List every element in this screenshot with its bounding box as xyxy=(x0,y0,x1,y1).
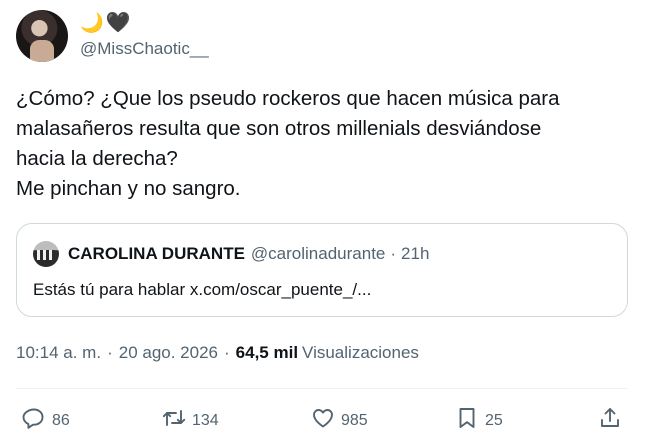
tweet-line: ¿Cómo? ¿Que los pseudo rockeros que hace… xyxy=(16,87,560,110)
quote-author-handle: @carolinadurante xyxy=(250,244,386,263)
retweet-count: 134 xyxy=(192,411,219,429)
share-button[interactable] xyxy=(598,406,622,435)
divider xyxy=(16,388,628,389)
black-heart-emoji: 🖤 xyxy=(105,12,131,34)
reply-icon xyxy=(22,406,46,435)
display-name[interactable]: 🌙 🖤 xyxy=(80,12,209,34)
like-button[interactable]: 985 xyxy=(311,406,368,435)
bookmark-button[interactable]: 25 xyxy=(455,406,503,435)
tweet-meta: 10:14 a. m. · 20 ago. 2026 · 64,5 mil Vi… xyxy=(16,343,419,363)
retweet-button[interactable]: 134 xyxy=(162,406,219,435)
meta-separator: · xyxy=(107,343,113,362)
quote-text: Estás tú para hablar x.com/oscar_puente_… xyxy=(33,280,372,299)
author-names: 🌙 🖤 @MissChaotic__ xyxy=(80,12,209,59)
quote-timestamp: 21h xyxy=(401,244,430,263)
quote-author-name: CAROLINA DURANTE xyxy=(68,244,245,263)
bookmark-count: 25 xyxy=(485,411,503,429)
author-handle[interactable]: @MissChaotic__ xyxy=(80,39,209,59)
heart-icon xyxy=(311,406,335,435)
retweet-icon xyxy=(162,406,186,435)
tweet-line: malasañeros resulta que son otros millen… xyxy=(16,117,542,140)
avatar[interactable] xyxy=(16,10,68,62)
tweet-line: hacia la derecha? xyxy=(16,147,178,170)
bookmark-icon xyxy=(455,406,479,435)
tweet-date[interactable]: 20 ago. 2026 xyxy=(119,343,218,363)
reply-button[interactable]: 86 xyxy=(22,406,70,435)
action-bar: 86 134 985 25 xyxy=(0,398,646,442)
quote-separator: · xyxy=(390,244,397,263)
tweet-line: Me pinchan y no sangro. xyxy=(16,177,241,200)
quote-header: CAROLINA DURANTE @carolinadurante · 21h xyxy=(33,241,429,267)
tweet-text: ¿Cómo? ¿Que los pseudo rockeros que hace… xyxy=(16,84,626,204)
tweet-header: 🌙 🖤 @MissChaotic__ xyxy=(16,10,209,62)
tweet-time[interactable]: 10:14 a. m. xyxy=(16,343,101,363)
like-count: 985 xyxy=(341,411,368,429)
share-icon xyxy=(598,406,622,435)
quote-avatar xyxy=(33,241,59,267)
views-label: Visualizaciones xyxy=(302,343,419,362)
moon-emoji: 🌙 xyxy=(80,12,104,34)
views-count: 64,5 mil xyxy=(235,343,299,362)
quoted-tweet[interactable]: CAROLINA DURANTE @carolinadurante · 21h … xyxy=(16,223,628,317)
meta-separator: · xyxy=(224,343,230,362)
reply-count: 86 xyxy=(52,411,70,429)
